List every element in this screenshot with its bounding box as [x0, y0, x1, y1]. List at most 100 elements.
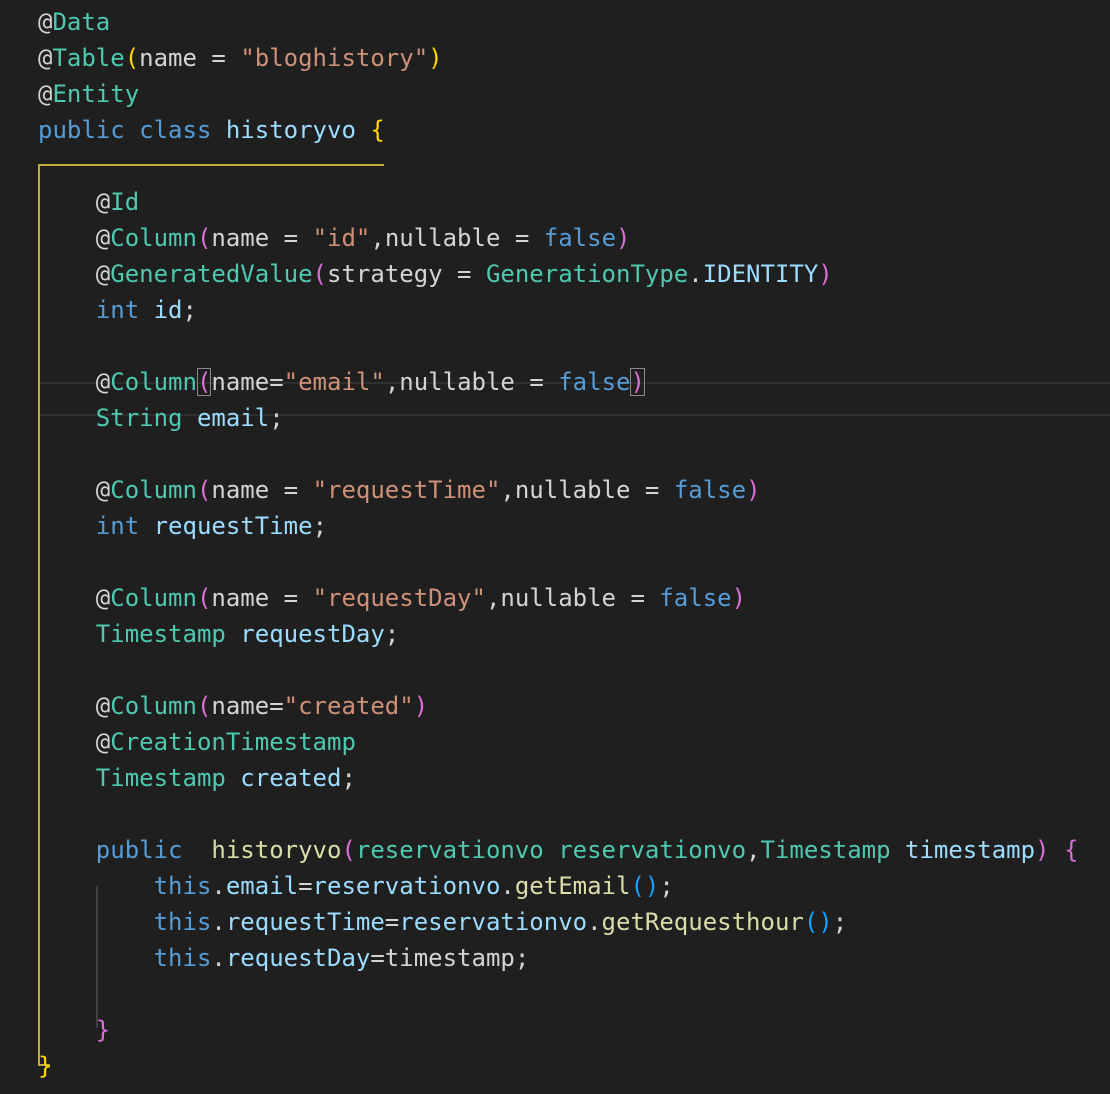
- code-line[interactable]: @Column(name="email",nullable = false): [38, 364, 645, 400]
- code-line[interactable]: public historyvo(reservationvo reservati…: [38, 832, 1079, 868]
- code-line[interactable]: @Column(name = "requestTime",nullable = …: [38, 472, 761, 508]
- code-token: (: [630, 872, 645, 900]
- code-token: this: [153, 944, 212, 972]
- code-line[interactable]: String email;: [38, 400, 284, 436]
- code-token: requestTime: [153, 512, 313, 540]
- annotation-at-sign: @: [38, 44, 53, 72]
- code-token: ): [818, 260, 833, 288]
- code-token: ): [644, 872, 660, 900]
- code-line[interactable]: @GeneratedValue(strategy = GenerationTyp…: [38, 256, 833, 292]
- code-token: GenerationType: [485, 260, 689, 288]
- code-editor[interactable]: @Data @Table(name = "bloghistory") @Entity…: [0, 0, 1110, 1094]
- code-token: getRequesthour: [601, 908, 804, 936]
- code-token: (: [196, 692, 212, 720]
- code-line[interactable]: this.requestTime=reservationvo.getReques…: [38, 904, 848, 940]
- code-token: name: [211, 584, 270, 612]
- code-token: .: [211, 872, 226, 900]
- code-line[interactable]: Timestamp requestDay;: [38, 616, 399, 652]
- code-line[interactable]: @CreationTimestamp: [38, 724, 356, 760]
- code-line[interactable]: @Entity: [38, 76, 139, 112]
- code-token: name: [211, 476, 270, 504]
- code-token: ): [630, 368, 645, 396]
- code-token: (: [341, 836, 356, 864]
- annotation-name: Column: [110, 476, 197, 504]
- code-token: ,: [746, 836, 761, 864]
- code-token: IDENTITY: [702, 260, 819, 288]
- annotation-name: Data: [52, 8, 111, 36]
- annotation-name: GeneratedValue: [110, 260, 313, 288]
- code-line[interactable]: Timestamp created;: [38, 760, 356, 796]
- code-line[interactable]: }: [38, 1012, 110, 1048]
- code-token: .: [211, 908, 226, 936]
- code-token: (: [124, 44, 140, 72]
- code-token: "id": [312, 224, 371, 252]
- code-token: nullable: [514, 476, 631, 504]
- code-token: =: [529, 368, 544, 396]
- code-token: false: [659, 584, 732, 612]
- annotation-at-sign: @: [95, 188, 111, 216]
- code-line[interactable]: this.requestDay=timestamp;: [38, 940, 530, 976]
- code-line[interactable]: @Data: [38, 4, 110, 40]
- annotation-at-sign: @: [95, 260, 111, 288]
- code-line[interactable]: int requestTime;: [38, 508, 327, 544]
- code-token: =: [211, 44, 226, 72]
- annotation-name: Column: [110, 368, 197, 396]
- code-token: strategy: [327, 260, 443, 288]
- code-line[interactable]: @Table(name = "bloghistory"): [38, 40, 443, 76]
- code-token: ;: [341, 764, 356, 792]
- code-token: {: [1063, 836, 1079, 864]
- code-line[interactable]: @Column(name="created"): [38, 688, 428, 724]
- code-token: ,: [384, 368, 400, 396]
- code-line[interactable]: @Column(name = "requestDay",nullable = f…: [38, 580, 746, 616]
- code-line[interactable]: int id;: [38, 292, 197, 328]
- code-token: =: [370, 944, 385, 972]
- annotation-name: Entity: [52, 80, 140, 108]
- code-line[interactable]: @Column(name = "id",nullable = false): [38, 220, 631, 256]
- code-token: int: [95, 296, 140, 324]
- code-token: ;: [269, 404, 284, 432]
- code-line[interactable]: }: [38, 1048, 52, 1084]
- code-token: {: [370, 116, 385, 144]
- annotation-at-sign: @: [38, 8, 53, 36]
- code-token: String: [95, 404, 183, 432]
- code-token: timestamp: [905, 836, 1036, 864]
- code-line[interactable]: this.email=reservationvo.getEmail();: [38, 868, 674, 904]
- code-line[interactable]: @Id: [38, 184, 139, 220]
- code-token: ;: [659, 872, 674, 900]
- annotation-name: Id: [110, 188, 140, 216]
- code-token: ;: [182, 296, 197, 324]
- code-token: Timestamp: [95, 764, 226, 792]
- code-token: }: [95, 1016, 111, 1044]
- code-token: class: [139, 116, 212, 144]
- annotation-name: CreationTimestamp: [110, 728, 356, 756]
- code-line[interactable]: public class historyvo {: [38, 112, 385, 148]
- annotation-at-sign: @: [95, 584, 111, 612]
- annotation-at-sign: @: [95, 368, 111, 396]
- annotation-at-sign: @: [95, 692, 111, 720]
